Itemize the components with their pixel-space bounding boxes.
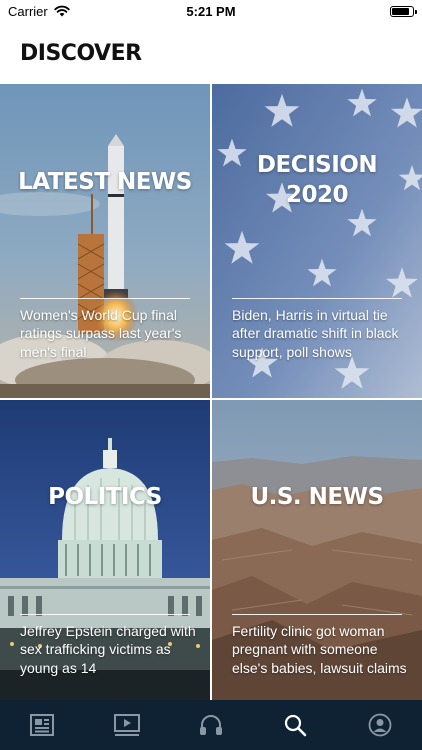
tile-headline[interactable]: Jeffrey Epstein charged with sex traffic…	[20, 622, 196, 677]
tile-headline[interactable]: Women's World Cup final ratings surpass …	[20, 306, 196, 361]
status-bar: Carrier 5:21 PM	[0, 0, 422, 22]
tile-title: DECISION 2020	[256, 152, 378, 209]
tile-latest-news[interactable]: LATEST NEWS Women's World Cup final rati…	[0, 84, 210, 398]
tile-headline[interactable]: Fertility clinic got woman pregnant with…	[232, 622, 408, 677]
discover-grid: LATEST NEWS Women's World Cup final rati…	[0, 84, 422, 700]
video-icon	[113, 714, 140, 736]
tile-us-news[interactable]: U.S. NEWS Fertility clinic got woman pre…	[212, 400, 422, 700]
battery-icon	[390, 5, 417, 17]
header: DISCOVER	[0, 22, 422, 84]
page-title: DISCOVER	[20, 40, 142, 66]
tile-divider	[232, 298, 402, 299]
tile-title: LATEST NEWS	[18, 169, 192, 195]
news-icon	[30, 714, 55, 736]
tile-title: POLITICS	[48, 484, 162, 510]
tab-video[interactable]	[107, 705, 147, 745]
tile-decision-2020[interactable]: DECISION 2020 Biden, Harris in virtual t…	[212, 84, 422, 398]
tile-divider	[232, 614, 402, 615]
tile-headline[interactable]: Biden, Harris in virtual tie after drama…	[232, 306, 408, 361]
status-left: Carrier	[8, 4, 70, 19]
wifi-icon	[54, 5, 70, 17]
tab-profile[interactable]	[360, 705, 400, 745]
profile-icon	[368, 713, 392, 737]
search-icon	[285, 714, 307, 737]
tile-politics[interactable]: POLITICS Jeffrey Epstein charged with se…	[0, 400, 210, 700]
carrier-label: Carrier	[8, 3, 48, 19]
battery-level	[392, 7, 409, 15]
tile-title: U.S. NEWS	[250, 484, 384, 510]
tab-news[interactable]	[22, 705, 62, 745]
headphones-icon	[199, 715, 222, 735]
tab-search[interactable]	[275, 705, 315, 745]
tab-bar	[0, 700, 422, 750]
tile-divider	[20, 298, 190, 299]
tile-divider	[20, 614, 190, 615]
tab-audio[interactable]	[191, 705, 231, 745]
